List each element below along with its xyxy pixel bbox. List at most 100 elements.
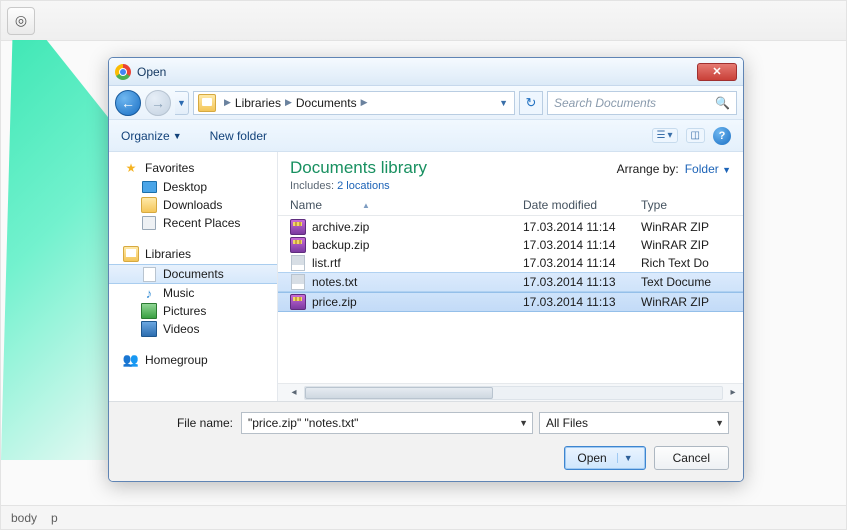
includes-link[interactable]: 2 locations xyxy=(337,180,390,192)
sidebar-item-recent[interactable]: Recent Places xyxy=(109,214,277,232)
file-date: 17.03.2014 11:14 xyxy=(523,256,641,270)
editor-window: ◎ body p Open ✕ ← → ▼ ▶ Libraries ▶ Docu… xyxy=(0,0,847,530)
dialog-titlebar[interactable]: Open ✕ xyxy=(109,58,743,86)
refresh-button[interactable]: ↻ xyxy=(519,91,543,115)
file-date: 17.03.2014 11:14 xyxy=(523,238,641,252)
sidebar-libraries[interactable]: Libraries xyxy=(109,244,277,264)
search-input[interactable]: Search Documents 🔍 xyxy=(547,91,737,115)
archive-icon xyxy=(290,219,306,235)
file-type: WinRAR ZIP xyxy=(641,220,731,234)
scroll-thumb[interactable] xyxy=(305,387,493,399)
back-button[interactable]: ← xyxy=(115,90,141,116)
music-icon: ♪ xyxy=(141,285,157,301)
open-file-dialog: Open ✕ ← → ▼ ▶ Libraries ▶ Documents ▶ ▼… xyxy=(108,57,744,482)
filename-label: File name: xyxy=(123,416,233,430)
dialog-body: ★Favorites Desktop Downloads Recent Plac… xyxy=(109,152,743,401)
status-crumb-p[interactable]: p xyxy=(51,511,58,525)
view-mode-button[interactable]: ☰ ▾ xyxy=(652,128,678,143)
videos-icon xyxy=(141,321,157,337)
chevron-right-icon: ▶ xyxy=(357,97,372,108)
file-type: Text Docume xyxy=(641,275,731,289)
list-icon: ☰ xyxy=(657,130,666,141)
help-icon: ? xyxy=(719,130,726,142)
file-row[interactable]: notes.txt 17.03.2014 11:13Text Docume xyxy=(278,272,743,292)
filetype-filter[interactable]: All Files ▼ xyxy=(539,412,729,434)
sidebar-item-desktop[interactable]: Desktop xyxy=(109,178,277,196)
col-name[interactable]: Name▲ xyxy=(290,198,523,212)
file-name: list.rtf xyxy=(312,256,341,270)
library-icon xyxy=(198,94,216,112)
file-row[interactable]: price.zip17.03.2014 11:13WinRAR ZIP xyxy=(278,292,743,312)
sidebar-item-downloads[interactable]: Downloads xyxy=(109,196,277,214)
open-button[interactable]: Open ▼ xyxy=(564,446,645,470)
sidebar-homegroup[interactable]: 👥Homegroup xyxy=(109,350,277,370)
scroll-track[interactable] xyxy=(304,386,723,400)
horizontal-scrollbar[interactable]: ◂ ▸ xyxy=(278,383,743,401)
sort-asc-icon: ▲ xyxy=(362,201,370,210)
scroll-right-icon[interactable]: ▸ xyxy=(725,385,741,401)
dialog-footer: File name: "price.zip" "notes.txt" ▼ All… xyxy=(109,401,743,481)
library-icon xyxy=(123,246,139,262)
refresh-icon: ↻ xyxy=(526,95,537,111)
help-button[interactable]: ? xyxy=(713,127,731,145)
search-icon: 🔍 xyxy=(715,96,730,110)
filter-value: All Files xyxy=(546,416,588,430)
chevron-down-icon: ▼ xyxy=(519,418,528,428)
status-bar: body p xyxy=(1,505,846,529)
file-name: notes.txt xyxy=(312,275,357,289)
sidebar-favorites[interactable]: ★Favorites xyxy=(109,158,277,178)
chrome-icon xyxy=(115,64,131,80)
sidebar-item-videos[interactable]: Videos xyxy=(109,320,277,338)
file-name: backup.zip xyxy=(312,238,369,252)
history-dropdown[interactable]: ▼ xyxy=(175,91,189,115)
star-icon: ★ xyxy=(123,160,139,176)
open-splitdropdown[interactable]: ▼ xyxy=(617,453,633,463)
sidebar-item-music[interactable]: ♪Music xyxy=(109,284,277,302)
column-headers: Name▲ Date modified Type xyxy=(278,194,743,216)
close-icon: ✕ xyxy=(712,65,721,78)
organize-menu[interactable]: Organize ▼ xyxy=(121,129,182,143)
close-button[interactable]: ✕ xyxy=(697,63,737,81)
file-row[interactable]: archive.zip 17.03.2014 11:14WinRAR ZIP xyxy=(278,218,743,236)
breadcrumb[interactable]: ▶ Libraries ▶ Documents ▶ ▼ xyxy=(193,91,515,115)
archive-icon xyxy=(290,294,306,310)
text-file-icon xyxy=(290,255,306,271)
file-type: WinRAR ZIP xyxy=(641,295,731,309)
sidebar-item-pictures[interactable]: Pictures xyxy=(109,302,277,320)
file-date: 17.03.2014 11:13 xyxy=(523,275,641,289)
file-date: 17.03.2014 11:14 xyxy=(523,220,641,234)
chevron-down-icon: ▼ xyxy=(722,165,731,175)
chevron-down-icon: ▼ xyxy=(173,131,182,141)
scroll-left-icon[interactable]: ◂ xyxy=(286,385,302,401)
file-name: archive.zip xyxy=(312,220,369,234)
breadcrumb-dropdown[interactable]: ▼ xyxy=(493,98,514,108)
editor-tool-button[interactable]: ◎ xyxy=(7,7,35,35)
nav-row: ← → ▼ ▶ Libraries ▶ Documents ▶ ▼ ↻ Sear… xyxy=(109,86,743,120)
arrange-by[interactable]: Arrange by: Folder ▼ xyxy=(617,158,731,176)
arrow-left-icon: ← xyxy=(121,95,135,111)
new-folder-button[interactable]: New folder xyxy=(210,129,267,143)
breadcrumb-libraries[interactable]: Libraries xyxy=(235,96,281,110)
chevron-down-icon: ▼ xyxy=(715,418,724,428)
sidebar-item-documents[interactable]: Documents xyxy=(109,264,277,284)
chevron-down-icon: ▼ xyxy=(177,98,186,108)
file-row[interactable]: backup.zip17.03.2014 11:14WinRAR ZIP xyxy=(278,236,743,254)
library-title: Documents library xyxy=(290,158,427,178)
text-file-icon xyxy=(290,274,306,290)
preview-pane-button[interactable]: ◫ xyxy=(686,128,705,143)
col-type[interactable]: Type xyxy=(641,198,731,212)
breadcrumb-documents[interactable]: Documents xyxy=(296,96,357,110)
file-rows: archive.zip17.03.2014 11:14WinRAR ZIPbac… xyxy=(278,216,743,314)
recent-icon xyxy=(141,215,157,231)
col-date[interactable]: Date modified xyxy=(523,198,641,212)
sidebar: ★Favorites Desktop Downloads Recent Plac… xyxy=(109,152,278,401)
file-row[interactable]: list.rtf17.03.2014 11:14Rich Text Do xyxy=(278,254,743,272)
status-crumb-body[interactable]: body xyxy=(11,511,37,525)
filename-input[interactable]: "price.zip" "notes.txt" ▼ xyxy=(241,412,533,434)
cancel-button[interactable]: Cancel xyxy=(654,446,729,470)
pictures-icon xyxy=(141,303,157,319)
chevron-right-icon: ▶ xyxy=(220,97,235,108)
editor-toolbar: ◎ xyxy=(1,1,846,41)
forward-button[interactable]: → xyxy=(145,90,171,116)
file-name: price.zip xyxy=(312,295,357,309)
